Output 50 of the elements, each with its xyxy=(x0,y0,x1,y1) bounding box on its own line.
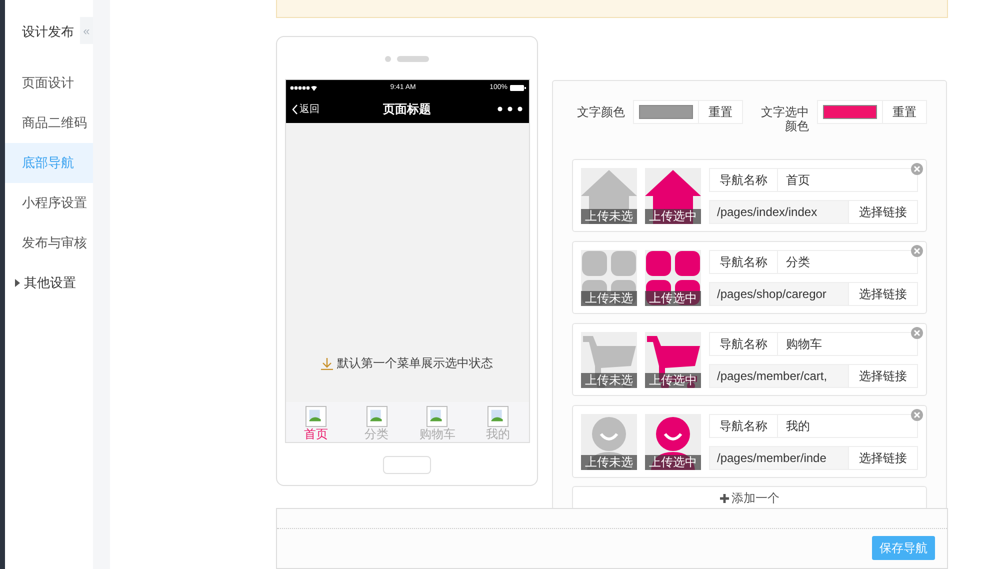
upload-selected-icon[interactable]: 上传选中 xyxy=(645,332,701,388)
name-field[interactable]: 导航名称 我的 xyxy=(709,414,918,438)
back-button[interactable]: 返回 xyxy=(292,102,320,116)
upload-unselected-icon[interactable]: 上传未选 xyxy=(581,414,637,470)
close-icon[interactable] xyxy=(911,409,923,421)
sidebar-item[interactable]: 发布与审核 xyxy=(5,223,93,263)
broken-image-icon xyxy=(366,406,388,427)
broken-image-icon xyxy=(426,406,448,427)
add-button[interactable]: 添加一个 xyxy=(572,486,927,510)
more-icon[interactable] xyxy=(496,106,522,112)
link-field[interactable]: /pages/shop/caregor xyxy=(710,283,849,305)
download-icon xyxy=(321,358,333,370)
upload-unselected-icon[interactable]: 上传未选 xyxy=(581,168,637,224)
page-title: 页面标题 xyxy=(383,100,431,118)
color-picker[interactable] xyxy=(633,100,699,124)
reset-button[interactable]: 重置 xyxy=(883,100,927,124)
color-picker[interactable] xyxy=(817,100,883,124)
upload-selected-icon[interactable]: 上传选中 xyxy=(645,250,701,306)
broken-image-icon xyxy=(487,406,510,427)
close-icon[interactable] xyxy=(911,163,923,175)
color-label: 文字选中颜色 xyxy=(760,105,809,133)
color-label: 文字颜色 xyxy=(576,105,625,119)
reset-button[interactable]: 重置 xyxy=(699,100,743,124)
link-field[interactable]: /pages/member/inde xyxy=(710,447,849,469)
upload-selected-icon[interactable]: 上传选中 xyxy=(645,168,701,224)
hint-text: 默认第一个菜单展示选中状态 xyxy=(337,355,493,372)
signal-icon xyxy=(288,84,316,90)
caret-icon xyxy=(15,279,20,287)
sidebar-title: 设计发布 xyxy=(22,24,74,40)
sidebar-item[interactable]: 商品二维码 xyxy=(5,103,93,143)
back-icon xyxy=(292,104,298,114)
link-field[interactable]: /pages/member/cart, xyxy=(710,365,849,387)
name-field[interactable]: 导航名称 购物车 xyxy=(709,332,918,356)
close-icon[interactable] xyxy=(911,245,923,257)
link-field[interactable]: /pages/index/index xyxy=(710,201,849,223)
name-field[interactable]: 导航名称 首页 xyxy=(709,168,918,192)
name-field[interactable]: 导航名称 分类 xyxy=(709,250,918,274)
close-icon[interactable] xyxy=(911,327,923,339)
broken-image-icon xyxy=(304,406,327,427)
upload-unselected-icon[interactable]: 上传未选 xyxy=(581,332,637,388)
sidebar-group[interactable]: 其他设置 xyxy=(5,263,93,303)
sidebar-item[interactable]: 小程序设置 xyxy=(5,183,93,223)
sidebar-item[interactable]: 页面设计 xyxy=(5,63,93,103)
battery-icon xyxy=(510,84,526,90)
tab-item[interactable]: 首页 xyxy=(286,402,346,442)
group-label: 其他设置 xyxy=(24,274,76,292)
plus-icon xyxy=(720,494,728,502)
speaker-icon xyxy=(384,55,430,63)
upload-unselected-icon[interactable]: 上传未选 xyxy=(581,250,637,306)
upload-selected-icon[interactable]: 上传选中 xyxy=(645,414,701,470)
